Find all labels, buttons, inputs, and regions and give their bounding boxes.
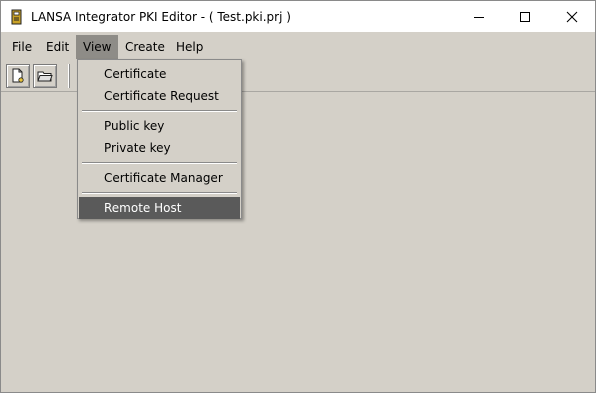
menu-separator	[82, 110, 237, 112]
close-icon	[566, 11, 578, 22]
menu-item-private-key[interactable]: Private key	[79, 137, 240, 159]
toolbar-separator	[68, 64, 70, 88]
minimize-button[interactable]	[456, 1, 502, 32]
menu-item-certificate-manager[interactable]: Certificate Manager	[79, 167, 240, 189]
menu-create[interactable]: Create	[118, 35, 172, 59]
maximize-button[interactable]	[502, 1, 548, 32]
close-button[interactable]	[549, 1, 595, 32]
app-icon	[10, 9, 24, 25]
minimize-icon	[474, 16, 484, 18]
window-title: LANSA Integrator PKI Editor - ( Test.pki…	[31, 10, 291, 24]
menu-separator	[82, 162, 237, 164]
new-document-icon	[12, 68, 24, 83]
menu-view[interactable]: View	[76, 35, 119, 59]
maximize-icon	[520, 11, 530, 22]
app-window: LANSA Integrator PKI Editor - ( Test.pki…	[0, 0, 596, 393]
open-folder-icon	[37, 71, 53, 82]
menu-file[interactable]: File	[5, 35, 39, 59]
menu-item-certificate[interactable]: Certificate	[79, 63, 240, 85]
view-menu-dropdown: Certificate Certificate Request Public k…	[77, 59, 242, 219]
title-bar[interactable]: LANSA Integrator PKI Editor - ( Test.pki…	[1, 1, 595, 32]
menu-edit[interactable]: Edit	[39, 35, 76, 59]
menu-item-certificate-request[interactable]: Certificate Request	[79, 85, 240, 107]
menu-separator	[82, 192, 237, 194]
new-document-button[interactable]	[6, 64, 30, 88]
menu-help[interactable]: Help	[169, 35, 210, 59]
open-folder-button[interactable]	[33, 64, 57, 88]
menu-item-public-key[interactable]: Public key	[79, 115, 240, 137]
menu-bar: File Edit View Create Help	[1, 35, 595, 59]
menu-item-remote-host[interactable]: Remote Host	[79, 197, 240, 219]
